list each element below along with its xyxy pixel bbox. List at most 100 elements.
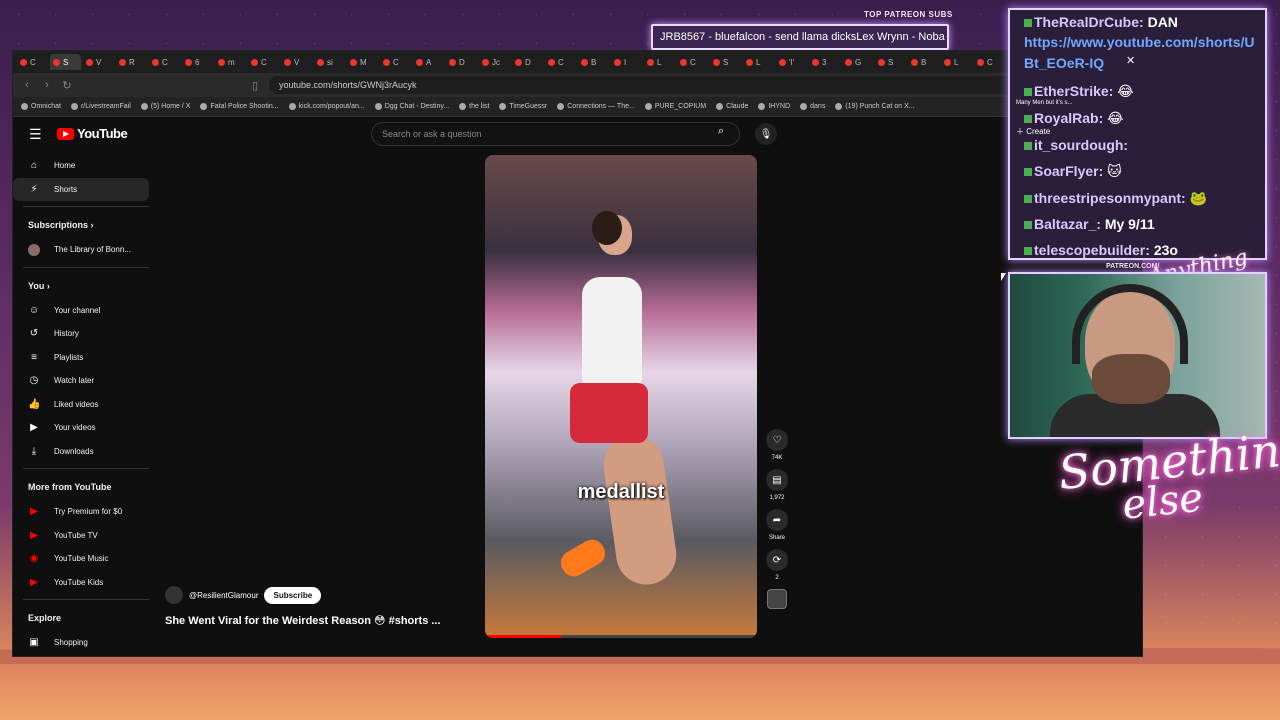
tab-favicon-icon [152, 58, 159, 66]
browser-tab[interactable]: D [512, 54, 543, 70]
sidebar-item[interactable]: ☺ Your channel [13, 299, 149, 323]
chat-username: EtherStrike: [1034, 83, 1118, 99]
channel-name[interactable]: @ResilientGlamour [189, 591, 258, 600]
browser-tab[interactable]: si [314, 54, 345, 70]
browser-tab[interactable]: C [677, 54, 708, 70]
search-input[interactable]: Search or ask a question [371, 122, 740, 146]
browser-tab[interactable]: C [545, 54, 576, 70]
create-button[interactable]: ＋ Create [1016, 126, 1050, 137]
browser-tab[interactable]: S [710, 54, 741, 70]
browser-tab[interactable]: 'I' [776, 54, 807, 70]
tab-label: V [294, 57, 300, 67]
browser-tab[interactable]: A [413, 54, 444, 70]
browser-tab[interactable]: C [149, 54, 180, 70]
browser-tab[interactable]: L [743, 54, 774, 70]
back-icon[interactable]: ‹ [21, 79, 33, 91]
reload-icon[interactable]: ↻ [61, 79, 73, 92]
chat-badge-icon [1024, 247, 1032, 255]
browser-tab[interactable]: I [611, 54, 642, 70]
chat-username: threestripesonmypant: [1034, 190, 1190, 206]
browser-tab[interactable]: S [50, 54, 81, 70]
sidebar-item[interactable]: ⤓ Downloads [13, 440, 149, 464]
sidebar-item[interactable]: ▶ Your videos [13, 416, 149, 440]
bookmark-icon[interactable]: ▯ [249, 79, 261, 92]
sidebar-heading[interactable]: Subscriptions › [13, 212, 153, 238]
subscription-item[interactable]: The Library of Bonn... [13, 238, 149, 262]
sidebar-item[interactable]: ◷ Watch later [13, 369, 149, 393]
bookmark-item[interactable]: Connections — The... [557, 103, 635, 110]
patreon-ticker: JRB8567 - bluefalcon - send llama dicksL… [651, 24, 949, 50]
url-field[interactable]: youtube.com/shorts/GWNj3rAucyk [269, 76, 1094, 94]
browser-tab[interactable]: L [941, 54, 972, 70]
browser-tab[interactable]: B [908, 54, 939, 70]
like-button[interactable]: ♡ [766, 429, 788, 451]
browser-tab[interactable]: R [116, 54, 147, 70]
channel-thumbnail[interactable] [767, 589, 787, 609]
tab-favicon-icon [449, 58, 456, 66]
browser-tab[interactable]: C [248, 54, 279, 70]
sidebar-item[interactable]: ▣ Shopping [13, 631, 149, 655]
browser-tab[interactable]: L [644, 54, 675, 70]
sidebar-item[interactable]: ◉ YouTube Music [13, 547, 149, 571]
sidebar-heading[interactable]: You › [13, 273, 153, 299]
bookmark-item[interactable]: r/LivestreamFail [70, 103, 131, 110]
youtube-logo[interactable]: YouTube [57, 126, 128, 141]
browser-tab[interactable]: 3 [809, 54, 840, 70]
bookmark-item[interactable]: TimeGuessr [499, 103, 547, 110]
browser-tab[interactable]: V [83, 54, 114, 70]
browser-tab[interactable]: Jc [479, 54, 510, 70]
sidebar-item-label: History [54, 329, 79, 339]
chat-link[interactable]: Bt_EOeR-IQ [1024, 55, 1104, 71]
bookmark-item[interactable]: PURE_COPIUM [644, 103, 706, 110]
bookmark-item[interactable]: Dgg Chat - Destiny... [374, 103, 449, 110]
youtube-icon: ▶ [30, 529, 38, 541]
youtube-icon: ▶ [30, 576, 38, 588]
bookmark-item[interactable]: Fatal Police Shootin... [200, 103, 279, 110]
chat-badge-icon [1024, 168, 1032, 176]
tab-label: C [162, 57, 168, 67]
bookmark-item[interactable]: IHYND [758, 103, 790, 110]
bookmark-item[interactable]: (5) Home / X [140, 103, 191, 110]
browser-tab[interactable]: C [974, 54, 1005, 70]
channel-avatar[interactable] [165, 586, 183, 604]
browser-tab[interactable]: m [215, 54, 246, 70]
browser-tab[interactable]: B [578, 54, 609, 70]
browser-tab[interactable]: G [842, 54, 873, 70]
sidebar-item[interactable]: ⚡ Shorts [13, 177, 149, 201]
sidebar-item[interactable]: 👍 Liked videos [13, 393, 149, 417]
video-progress[interactable] [485, 635, 757, 638]
sidebar-item[interactable]: ≡ Playlists [13, 346, 149, 370]
bookmark-label: (5) Home / X [150, 103, 191, 110]
bookmark-item[interactable]: Omnichat [21, 103, 61, 110]
mic-icon[interactable]: 🎙 [755, 123, 777, 145]
browser-tab[interactable]: M [347, 54, 378, 70]
browser-tab[interactable]: D [446, 54, 477, 70]
forward-icon[interactable]: › [41, 79, 53, 91]
bookmark-item[interactable]: dans [800, 103, 825, 110]
bookmark-item[interactable]: Claude [716, 103, 748, 110]
search-icon[interactable]: ⌕ [718, 125, 724, 138]
remix-button[interactable]: ⟳ [766, 549, 788, 571]
comment-button[interactable]: ▤ [766, 469, 788, 491]
sidebar-item[interactable]: ↺ History [13, 322, 149, 346]
browser-tab[interactable]: 6 [182, 54, 213, 70]
close-icon[interactable]: ✕ [1126, 54, 1135, 67]
sidebar-item[interactable]: ▶ YouTube TV [13, 524, 149, 548]
subscribe-button[interactable]: Subscribe [264, 586, 322, 604]
browser-tab[interactable]: C [17, 54, 48, 70]
chat-link[interactable]: https://www.youtube.com/shorts/U [1024, 34, 1255, 50]
share-button[interactable]: ➦ [766, 509, 788, 531]
bookmark-item[interactable]: the list [459, 103, 489, 110]
sidebar-item[interactable]: ▶ YouTube Kids [13, 571, 149, 595]
browser-tab[interactable]: V [281, 54, 312, 70]
browser-tab[interactable]: S [875, 54, 906, 70]
bookmark-item[interactable]: kick.com/popout/an... [288, 103, 365, 110]
menu-icon[interactable]: ☰ [29, 126, 42, 143]
bookmark-item[interactable]: (19) Punch Cat on X... [835, 103, 915, 110]
browser-tab[interactable]: C [380, 54, 411, 70]
sidebar-item[interactable]: ▶ Try Premium for $0 [13, 500, 149, 524]
sidebar-item[interactable]: ⌂ Home [13, 154, 149, 178]
video-title[interactable]: She Went Viral for the Weirdest Reason 😳… [165, 614, 441, 627]
short-video[interactable]: medallist [485, 155, 757, 638]
headphones-icon [1072, 284, 1188, 364]
